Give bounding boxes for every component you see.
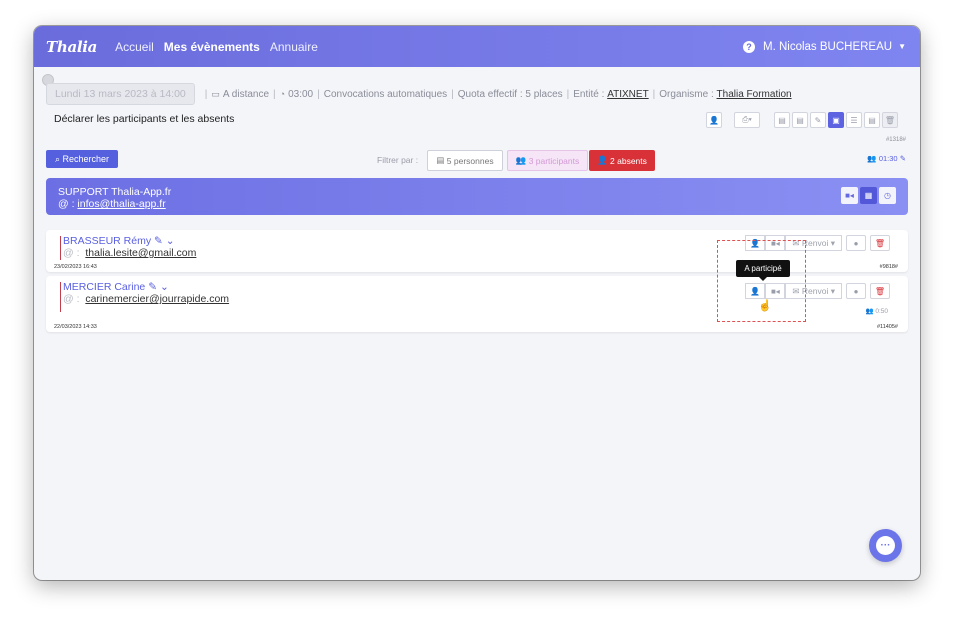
clipboard-icon[interactable]: ▣ [828, 112, 844, 128]
participant-id: #9818# [879, 264, 898, 270]
chevron-down-icon[interactable]: ⌄ [166, 235, 175, 247]
chevron-down-icon[interactable]: ⌄ [160, 281, 169, 293]
timer-icon: ◔ [279, 89, 286, 99]
user-group-icon: 👥 [865, 308, 874, 315]
brand-logo[interactable]: Thalia [46, 38, 97, 56]
comment-icon[interactable]: ● [846, 283, 866, 299]
filter-participants-button[interactable]: 👥 3 participants [507, 150, 588, 171]
status-bar [60, 236, 61, 260]
page-subtitle: Déclarer les participants et les absents [54, 113, 235, 125]
edit-icon[interactable]: ✎ [148, 281, 157, 293]
status-bar [60, 282, 61, 312]
nav-mes-evenements[interactable]: Mes évènements [164, 40, 260, 54]
document-list-icon[interactable]: ☰ [846, 112, 862, 128]
user-group-icon: 👥 [515, 155, 529, 165]
filter-personnes-button[interactable]: ▤ 5 personnes [427, 150, 503, 171]
user-name: M. Nicolas BUCHEREAU [763, 40, 893, 53]
app-window: Thalia Accueil Mes évènements Annuaire ?… [34, 26, 920, 580]
search-icon: ⌕ [54, 153, 63, 164]
toolbar-docs-group: ▤ ▤ ✎ ▣ ☰ ▤ 🗑 [772, 112, 898, 128]
document-icon[interactable]: ▤ [774, 112, 790, 128]
delete-icon[interactable]: 🗑 [882, 112, 898, 128]
clock-icon[interactable]: ◷ [879, 187, 896, 204]
add-user-button[interactable]: 👤 [706, 112, 722, 128]
trash-icon[interactable]: 🗑 [870, 235, 890, 251]
participant-name[interactable]: BRASSEUR Rémy ✎ ⌄ [63, 235, 175, 247]
user-menu[interactable]: ? M. Nicolas BUCHEREAU ▼ [743, 26, 906, 67]
event-date-field[interactable]: Lundi 13 mars 2023 à 14:00 [46, 83, 195, 105]
trash-icon[interactable]: 🗑 [870, 283, 890, 299]
participant-name[interactable]: MERCIER Carine ✎ ⌄ [63, 281, 169, 293]
user-group-icon: 👥 [867, 154, 877, 163]
participant-email: @ : thalia.lesite@gmail.com [63, 247, 197, 259]
total-time-link[interactable]: 👥 01:30 ✎ [867, 154, 906, 163]
filter-label: Filtrer par : [377, 155, 419, 165]
event-entite-label: Entité : [573, 88, 605, 100]
comment-icon[interactable]: ● [846, 235, 866, 251]
event-duration: 03:00 [288, 88, 314, 100]
edit-icon[interactable]: ✎ [154, 235, 163, 247]
participant-id: #11405# [876, 324, 898, 330]
print-menu-button[interactable]: ⎙▾ [734, 112, 760, 128]
help-icon[interactable]: ? [743, 40, 755, 53]
event-id: #1318# [885, 137, 906, 143]
video-icon[interactable]: ■◂ [841, 187, 858, 204]
event-organisme-label: Organisme : [659, 88, 714, 100]
support-email: @ : infos@thalia-app.fr [58, 198, 166, 210]
nav-accueil[interactable]: Accueil [115, 40, 154, 54]
participant-email: @ : carinemercier@jourrapide.com [63, 293, 230, 305]
event-info-bar: Lundi 13 mars 2023 à 14:00 | ▭ A distanc… [46, 83, 792, 105]
support-email-link[interactable]: infos@thalia-app.fr [77, 198, 165, 210]
event-quota: Quota effectif : 5 places [457, 88, 563, 100]
edit-icon: ✎ [899, 154, 906, 163]
participant-date: 23/02/2023 16:43 [54, 264, 97, 270]
participant-email-link[interactable]: carinemercier@jourrapide.com [85, 293, 229, 305]
top-navbar: Thalia Accueil Mes évènements Annuaire ?… [34, 26, 920, 67]
toolbar-left-group: 👤 [704, 112, 722, 128]
support-banner: SUPPORT Thalia-App.fr @ : infos@thalia-a… [46, 178, 908, 215]
calendar-icon[interactable]: ▦ [860, 187, 877, 204]
chat-button[interactable]: ··· [869, 529, 902, 562]
event-organisme-link[interactable]: Thalia Formation [717, 89, 792, 100]
list-icon: ▤ [436, 155, 447, 165]
document-edit-icon[interactable]: ✎ [810, 112, 826, 128]
tooltip: A participé [736, 260, 790, 281]
event-convocations: Convocations automatiques [323, 88, 448, 100]
participant-date: 22/03/2023 14:33 [54, 324, 97, 330]
filter-absents-button[interactable]: 👤 2 absents [589, 150, 655, 171]
document-icon[interactable]: ▤ [864, 112, 880, 128]
search-button[interactable]: ⌕ Rechercher [46, 150, 118, 168]
toolbar-print-group: ⎙▾ [732, 112, 760, 128]
support-title: SUPPORT Thalia-App.fr [58, 186, 172, 198]
participant-duration: 👥 0:50 [865, 308, 888, 315]
pointer-cursor-icon: ☝ [758, 300, 772, 312]
chat-icon: ··· [876, 536, 895, 555]
document-icon[interactable]: ▤ [792, 112, 808, 128]
participant-email-link[interactable]: thalia.lesite@gmail.com [85, 247, 196, 259]
user-minus-icon: 👤 [597, 155, 611, 165]
nav-annuaire[interactable]: Annuaire [270, 40, 318, 54]
event-entite-link[interactable]: ATIXNET [607, 89, 648, 100]
event-mode: A distance [222, 88, 270, 100]
chevron-down-icon: ▼ [898, 42, 906, 51]
support-tools: ■◂ ▦ ◷ [839, 187, 896, 204]
monitor-icon: ▭ [211, 88, 220, 99]
